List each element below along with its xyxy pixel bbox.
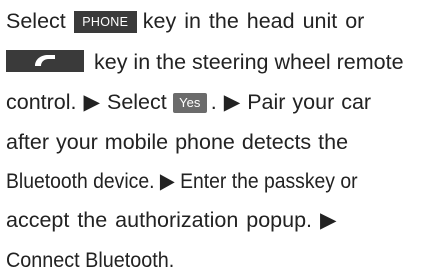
line-4: after your mobile phone detects the [6,127,348,157]
phone-handset-icon [35,55,55,66]
phone-key-badge: PHONE [73,11,137,33]
text-connect-bluetooth: Connect Bluetooth. [6,248,175,272]
text-passkey: Bluetooth device. ▶ Enter the passkey or [6,169,358,193]
line-7: Connect Bluetooth. [6,245,174,275]
line-6: accept the authorization popup. ▶ [6,205,337,235]
text-detects: after your mobile phone detects the [6,130,349,154]
text-control-select: control. ▶ Select [6,90,167,114]
line-3: control. ▶ Select Yes. ▶ Pair your car [6,87,371,117]
text-head-unit: key in the head unit or [142,9,365,33]
line-5: Bluetooth device. ▶ Enter the passkey or [6,166,358,196]
text-pair-car: . ▶ Pair your car [210,90,372,114]
line-2: key in the steering wheel remote [6,47,404,77]
yes-button: Yes [172,93,207,113]
text-steering-wheel: key in the steering wheel remote [94,50,404,74]
text-authorization: accept the authorization popup. ▶ [6,208,337,232]
line-1: Select PHONE key in the head unit or [6,6,364,36]
call-key-badge [6,50,84,72]
text-select: Select [6,9,66,33]
